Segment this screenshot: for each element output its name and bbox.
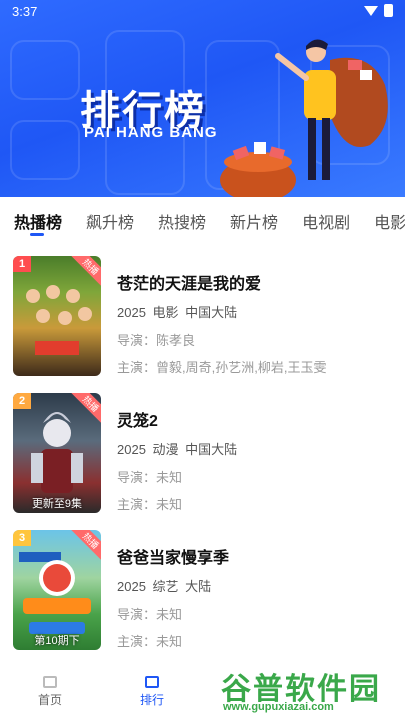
- item-title[interactable]: 苍茫的天涯是我的爱: [117, 270, 395, 294]
- rank-badge: 2: [13, 393, 31, 409]
- item-cast: 主演：未知: [117, 497, 183, 512]
- item-cast: 主演：曾毅,周奇,孙艺洲,柳岩,王玉雯: [117, 360, 327, 375]
- item-director: 导演：未知: [117, 607, 183, 622]
- battery-icon: [384, 4, 393, 17]
- tab-hot-search[interactable]: 热搜榜: [158, 197, 206, 241]
- nav-ranking[interactable]: 排行: [122, 676, 182, 708]
- item-meta: 2025 动漫 中国大陆: [117, 442, 238, 457]
- rank-badge: 1: [13, 256, 31, 272]
- list-item[interactable]: 2 热播 更新至9集 灵笼2 2025 动漫 中国大陆 导演：未知 主演：未知: [0, 385, 405, 513]
- category-tabs: 热播榜 飙升榜 热搜榜 新片榜 电视剧 电影: [0, 197, 405, 241]
- banner-subtitle: PAI HANG BANG: [84, 124, 218, 141]
- status-bar: 3:37: [0, 0, 405, 22]
- watermark: 谷普软件园 www.gupuxiazai.com: [215, 662, 403, 718]
- home-icon: [43, 676, 57, 688]
- poster-image[interactable]: 3 热播 第10期下: [13, 530, 101, 650]
- episode-label: 更新至9集: [31, 498, 83, 510]
- tab-tv-series[interactable]: 电视剧: [302, 197, 350, 241]
- episode-label: 第10期下: [34, 635, 80, 647]
- item-cast: 主演：未知: [117, 634, 183, 649]
- watermark-url: www.gupuxiazai.com: [223, 701, 334, 713]
- list-item[interactable]: 3 热播 第10期下 爸爸当家慢享季 2025 综艺 大陆 导演：未知 主演：未…: [0, 522, 405, 650]
- wifi-icon: [364, 5, 378, 16]
- decor-tile: [10, 40, 80, 100]
- nav-ranking-label: 排行: [139, 693, 164, 707]
- poster-art: [26, 285, 92, 355]
- banner: 3:37 排行榜 PAI HANG BANG: [0, 0, 405, 197]
- tab-new-release[interactable]: 新片榜: [230, 197, 278, 241]
- item-meta: 2025 综艺 大陆: [117, 579, 212, 594]
- tab-movies[interactable]: 电影: [374, 197, 405, 241]
- tab-rising[interactable]: 飙升榜: [86, 197, 134, 241]
- rank-badge: 3: [13, 530, 31, 546]
- illustration: [220, 39, 388, 197]
- item-director: 导演：陈孝良: [117, 333, 196, 348]
- item-title[interactable]: 灵笼2: [117, 407, 395, 431]
- ranking-icon: [145, 676, 159, 688]
- decor-tile: [10, 120, 80, 180]
- list-item[interactable]: 1 热播 苍茫的天涯是我的爱 2025 电影 中国大陆 导演：陈孝良 主演：曾毅…: [0, 248, 405, 376]
- nav-home-label: 首页: [37, 693, 62, 707]
- poster-image[interactable]: 1 热播: [13, 256, 101, 376]
- item-meta: 2025 电影 中国大陆: [117, 305, 238, 320]
- tab-hot-play[interactable]: 热播榜: [14, 197, 62, 241]
- nav-home[interactable]: 首页: [20, 676, 80, 708]
- item-director: 导演：未知: [117, 470, 183, 485]
- poster-image[interactable]: 2 热播 更新至9集: [13, 393, 101, 513]
- item-title[interactable]: 爸爸当家慢享季: [117, 544, 395, 568]
- status-time: 3:37: [12, 4, 38, 19]
